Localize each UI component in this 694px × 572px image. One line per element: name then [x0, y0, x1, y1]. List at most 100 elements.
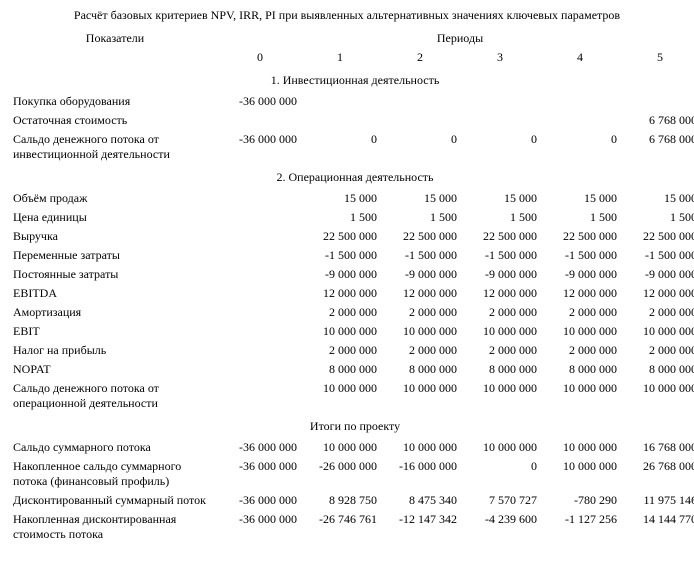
row-label: Цена единицы [10, 208, 220, 227]
cell-value: 2 000 000 [540, 341, 620, 360]
section-header: 2. Операционная деятельность [10, 164, 694, 189]
cell-value: 12 000 000 [380, 284, 460, 303]
cell-value [220, 360, 300, 379]
cell-value: 10 000 000 [460, 379, 540, 413]
cell-value: 15 000 [540, 189, 620, 208]
table-row: Амортизация2 000 0002 000 0002 000 0002 … [10, 303, 694, 322]
cell-value: -16 000 000 [380, 457, 460, 491]
cell-value: -36 000 000 [220, 510, 300, 544]
col-header-periods: Периоды [220, 29, 694, 48]
row-label: Амортизация [10, 303, 220, 322]
cell-value: 12 000 000 [460, 284, 540, 303]
cell-value: 22 500 000 [380, 227, 460, 246]
cell-value [380, 92, 460, 111]
table-row: Налог на прибыль2 000 0002 000 0002 000 … [10, 341, 694, 360]
cell-value [220, 111, 300, 130]
cell-value: 2 000 000 [460, 303, 540, 322]
cell-value: 2 000 000 [460, 341, 540, 360]
cell-value: -36 000 000 [220, 130, 300, 164]
section-header: Итоги по проекту [10, 413, 694, 438]
cell-value [460, 111, 540, 130]
cell-value [380, 111, 460, 130]
table-row: Остаточная стоимость6 768 000 [10, 111, 694, 130]
cell-value [220, 189, 300, 208]
cell-value [620, 92, 694, 111]
row-label: Постоянные затраты [10, 265, 220, 284]
cell-value [540, 92, 620, 111]
cell-value: 8 475 340 [380, 491, 460, 510]
cell-value: 12 000 000 [300, 284, 380, 303]
table-row: Постоянные затраты-9 000 000-9 000 000-9… [10, 265, 694, 284]
cell-value: -1 500 000 [380, 246, 460, 265]
cell-value: 8 000 000 [300, 360, 380, 379]
cell-value: 0 [540, 130, 620, 164]
cell-value: 10 000 000 [540, 379, 620, 413]
cell-value: 8 000 000 [380, 360, 460, 379]
cell-value [460, 92, 540, 111]
cell-value: 2 000 000 [540, 303, 620, 322]
cell-value: 10 000 000 [540, 322, 620, 341]
cell-value: 10 000 000 [620, 322, 694, 341]
table-row: Сальдо суммарного потока-36 000 00010 00… [10, 438, 694, 457]
cell-value: 10 000 000 [620, 379, 694, 413]
cell-value: -1 127 256 [540, 510, 620, 544]
row-label: Сальдо денежного потока от операционной … [10, 379, 220, 413]
cell-value: -9 000 000 [300, 265, 380, 284]
table-row: Покупка оборудования-36 000 000 [10, 92, 694, 111]
table-row: Дисконтированный суммарный поток-36 000 … [10, 491, 694, 510]
cell-value: 0 [460, 130, 540, 164]
table-row: EBITDA12 000 00012 000 00012 000 00012 0… [10, 284, 694, 303]
cell-value: -780 290 [540, 491, 620, 510]
cell-value [220, 303, 300, 322]
table-row: EBIT10 000 00010 000 00010 000 00010 000… [10, 322, 694, 341]
cell-value: -36 000 000 [220, 438, 300, 457]
cell-value: -1 500 000 [460, 246, 540, 265]
cell-value [220, 322, 300, 341]
cell-value: 10 000 000 [300, 379, 380, 413]
cell-value: 16 768 000 [620, 438, 694, 457]
table-row: Накопленная дисконтированная стоимость п… [10, 510, 694, 544]
cell-value: 1 500 [300, 208, 380, 227]
cell-value: -1 500 000 [300, 246, 380, 265]
cell-value [220, 265, 300, 284]
financial-table: Показатели Периоды 0 1 2 3 4 5 1. Инвест… [10, 29, 694, 544]
cell-value: 10 000 000 [300, 322, 380, 341]
table-row: Сальдо денежного потока от операционной … [10, 379, 694, 413]
cell-value: -9 000 000 [540, 265, 620, 284]
cell-value: -36 000 000 [220, 92, 300, 111]
row-label: NOPAT [10, 360, 220, 379]
cell-value: 12 000 000 [540, 284, 620, 303]
row-label: Накопленное сальдо суммарного потока (фи… [10, 457, 220, 491]
cell-value: 0 [460, 457, 540, 491]
cell-value: 26 768 000 [620, 457, 694, 491]
cell-value: 22 500 000 [540, 227, 620, 246]
row-label: Остаточная стоимость [10, 111, 220, 130]
table-row: Переменные затраты-1 500 000-1 500 000-1… [10, 246, 694, 265]
cell-value: 12 000 000 [620, 284, 694, 303]
cell-value: -36 000 000 [220, 491, 300, 510]
table-row: Объём продаж15 00015 00015 00015 00015 0… [10, 189, 694, 208]
cell-value: 8 928 750 [300, 491, 380, 510]
row-label: Налог на прибыль [10, 341, 220, 360]
cell-value: 10 000 000 [460, 322, 540, 341]
cell-value: 1 500 [540, 208, 620, 227]
cell-value: 22 500 000 [460, 227, 540, 246]
cell-value: 2 000 000 [620, 303, 694, 322]
cell-value [300, 92, 380, 111]
cell-value: 2 000 000 [300, 341, 380, 360]
cell-value: 22 500 000 [620, 227, 694, 246]
cell-value [220, 227, 300, 246]
cell-value: -9 000 000 [620, 265, 694, 284]
cell-value: 15 000 [380, 189, 460, 208]
table-row: Сальдо денежного потока от инвестиционно… [10, 130, 694, 164]
row-label: Покупка оборудования [10, 92, 220, 111]
cell-value: 10 000 000 [300, 438, 380, 457]
cell-value: 6 768 000 [620, 130, 694, 164]
cell-value: 15 000 [460, 189, 540, 208]
cell-value [300, 111, 380, 130]
page-title: Расчёт базовых критериев NPV, IRR, PI пр… [10, 8, 684, 23]
cell-value: 22 500 000 [300, 227, 380, 246]
cell-value: -1 500 000 [620, 246, 694, 265]
period-4: 4 [540, 48, 620, 67]
cell-value [220, 379, 300, 413]
